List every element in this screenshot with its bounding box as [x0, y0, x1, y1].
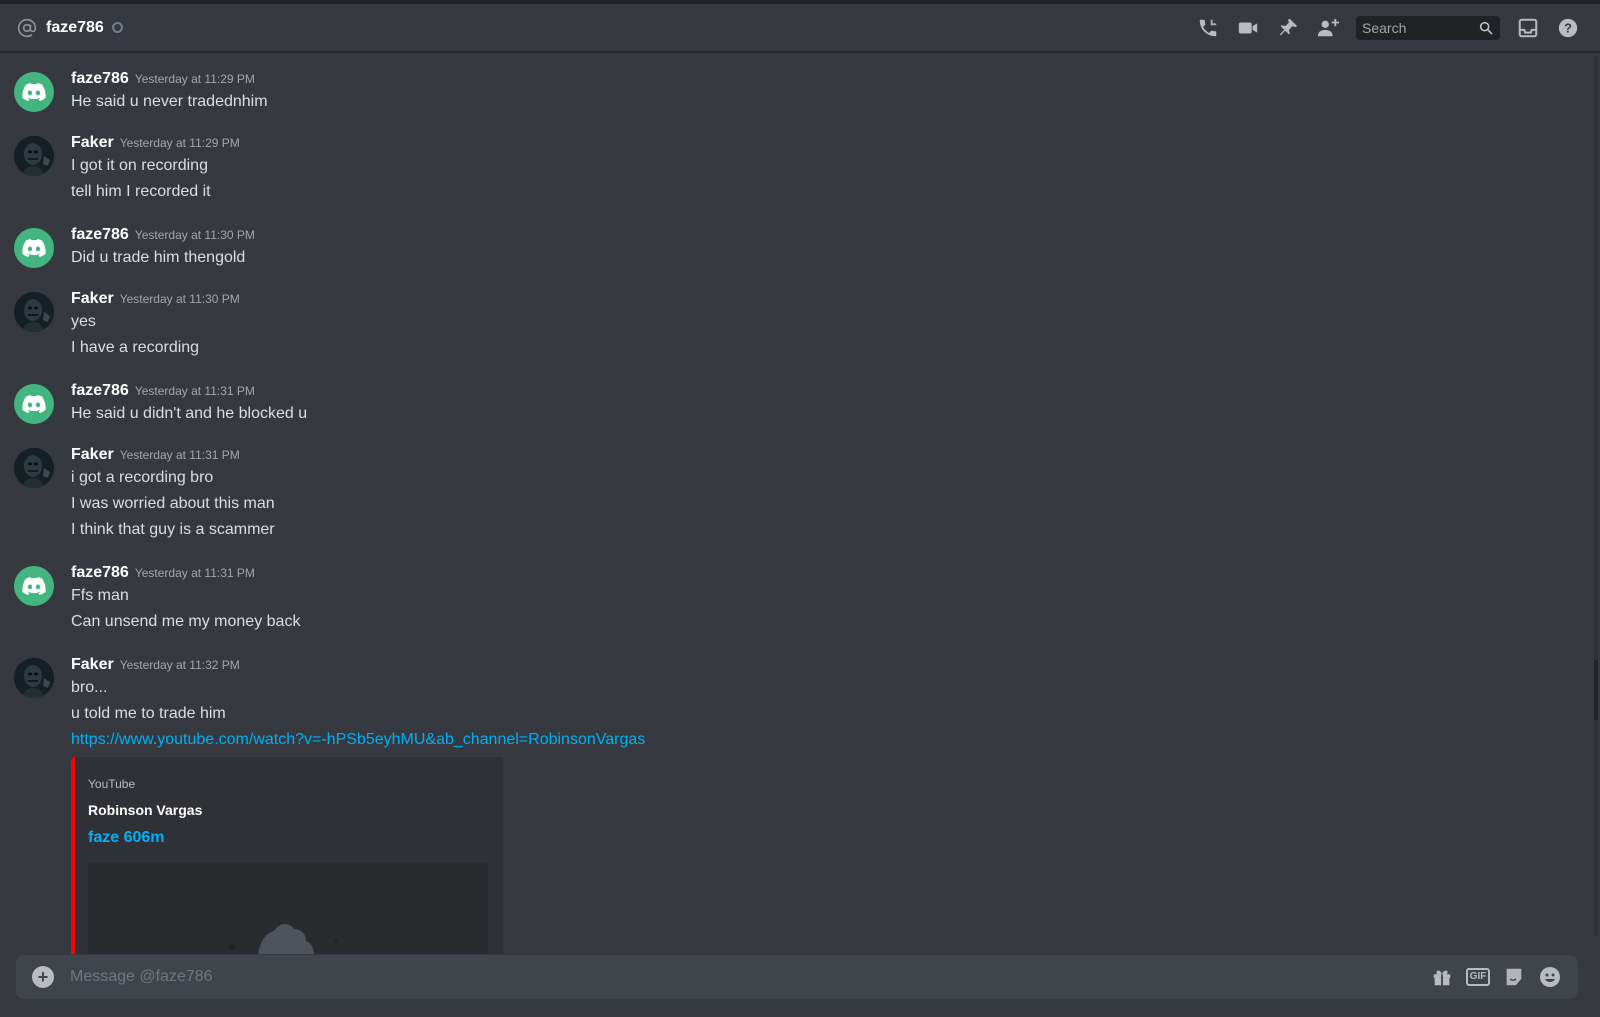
help-icon[interactable]: ?	[1556, 16, 1580, 40]
author-name[interactable]: faze786	[71, 226, 129, 243]
message-text: I have a recording	[71, 339, 200, 356]
message-text: I think that guy is a scammer	[71, 521, 275, 538]
message-timestamp: Yesterday at 11:30 PM	[134, 228, 255, 242]
message-author[interactable]: Faker Yesterday at 11:30 PM	[71, 290, 240, 308]
faker-avatar-icon	[14, 136, 54, 176]
inbox-icon[interactable]	[1516, 16, 1540, 40]
message-text: Ffs man	[71, 587, 129, 604]
message-timestamp: Yesterday at 11:31 PM	[134, 566, 255, 580]
emoji-icon[interactable]	[1538, 965, 1562, 989]
at-icon	[16, 17, 38, 39]
discord-logo-icon	[22, 395, 46, 413]
avatar[interactable]	[14, 72, 54, 112]
message-composer[interactable]: + Message @faze786 GIF	[16, 955, 1578, 999]
broken-thumbnail-icon	[229, 924, 339, 954]
plus-icon[interactable]: +	[32, 966, 54, 988]
message-text: tell him I recorded it	[71, 183, 211, 200]
search-placeholder: Search	[1362, 19, 1407, 36]
discord-logo-icon	[22, 577, 46, 595]
faker-avatar-icon	[14, 448, 54, 488]
discord-logo-icon	[22, 83, 46, 101]
avatar[interactable]	[14, 448, 54, 488]
scrollbar-track[interactable]	[1594, 56, 1598, 936]
search-box[interactable]: Search	[1356, 15, 1500, 40]
youtube-link[interactable]: https://www.youtube.com/watch?v=-hPSb5ey…	[71, 731, 645, 749]
youtube-embed: YouTube Robinson Vargas faze 606m	[71, 757, 503, 954]
author-name[interactable]: Faker	[71, 656, 114, 673]
faker-avatar-icon	[14, 658, 54, 698]
discord-logo-icon	[22, 239, 46, 257]
message-text: i got a recording bro	[71, 469, 214, 486]
embed-video-thumbnail[interactable]	[88, 863, 488, 954]
svg-text:?: ?	[1564, 20, 1572, 35]
avatar[interactable]	[14, 658, 54, 698]
embed-author[interactable]: Robinson Vargas	[88, 802, 202, 818]
author-name[interactable]: Faker	[71, 290, 114, 307]
author-name[interactable]: faze786	[71, 382, 129, 399]
pin-icon[interactable]	[1276, 16, 1300, 40]
message-text: bro...	[71, 679, 108, 696]
message-list[interactable]: faze786 Yesterday at 11:29 PM He said u n…	[0, 52, 1584, 954]
avatar[interactable]	[14, 566, 54, 606]
call-icon[interactable]	[1196, 16, 1220, 40]
composer-tools: GIF	[1424, 965, 1568, 989]
author-name[interactable]: Faker	[71, 134, 114, 151]
author-name[interactable]: faze786	[71, 564, 129, 581]
message-text: I got it on recording	[71, 157, 208, 174]
author-name[interactable]: Faker	[71, 446, 114, 463]
search-icon	[1478, 20, 1494, 36]
add-friend-icon[interactable]	[1316, 16, 1340, 40]
video-icon[interactable]	[1236, 16, 1260, 40]
message-author[interactable]: Faker Yesterday at 11:29 PM	[71, 134, 240, 152]
message-timestamp: Yesterday at 11:29 PM	[134, 72, 255, 86]
message-input[interactable]: Message @faze786	[70, 968, 1424, 986]
avatar[interactable]	[14, 228, 54, 268]
message-author[interactable]: faze786 Yesterday at 11:31 PM	[71, 564, 255, 582]
avatar[interactable]	[14, 292, 54, 332]
message-author[interactable]: Faker Yesterday at 11:31 PM	[71, 446, 240, 464]
avatar[interactable]	[14, 136, 54, 176]
channel-header: faze786 Search ?	[0, 4, 1600, 52]
channel-name: faze786	[46, 18, 104, 36]
status-indicator	[111, 22, 123, 33]
faker-avatar-icon	[14, 292, 54, 332]
author-name[interactable]: faze786	[71, 70, 129, 87]
message-text: I was worried about this man	[71, 495, 275, 512]
embed-title[interactable]: faze 606m	[88, 829, 165, 847]
message-text: yes	[71, 313, 96, 330]
header-toolbar: Search ?	[1188, 15, 1588, 40]
avatar[interactable]	[14, 384, 54, 424]
message-text: u told me to trade him	[71, 705, 226, 722]
scrollbar-thumb[interactable]	[1594, 660, 1598, 720]
message-timestamp: Yesterday at 11:30 PM	[119, 292, 240, 306]
message-author[interactable]: faze786 Yesterday at 11:31 PM	[71, 382, 255, 400]
message-timestamp: Yesterday at 11:31 PM	[119, 448, 240, 462]
gif-icon[interactable]: GIF	[1465, 965, 1491, 989]
message-text: Did u trade him thengold	[71, 249, 246, 266]
message-author[interactable]: faze786 Yesterday at 11:29 PM	[71, 70, 255, 88]
message-timestamp: Yesterday at 11:29 PM	[119, 136, 240, 150]
message-text: He said u never tradednhim	[71, 93, 268, 110]
gift-icon[interactable]	[1430, 965, 1454, 989]
message-text: He said u didn't and he blocked u	[71, 405, 308, 422]
embed-provider[interactable]: YouTube	[88, 777, 135, 791]
message-timestamp: Yesterday at 11:31 PM	[134, 384, 255, 398]
gif-label: GIF	[1465, 968, 1491, 986]
message-author[interactable]: faze786 Yesterday at 11:30 PM	[71, 226, 255, 244]
message-text: Can unsend me my money back	[71, 613, 301, 630]
sticker-icon[interactable]	[1502, 965, 1526, 989]
message-author[interactable]: Faker Yesterday at 11:32 PM	[71, 656, 240, 674]
message-timestamp: Yesterday at 11:32 PM	[119, 658, 240, 672]
